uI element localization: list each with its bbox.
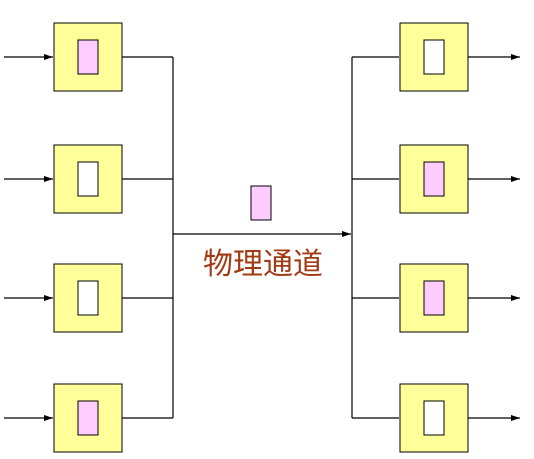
output-slot-filled: [423, 161, 445, 197]
physical-channel: [173, 185, 351, 237]
input-unit-2: [53, 144, 123, 214]
output-unit-2: [399, 144, 469, 214]
input-slot-filled: [77, 400, 99, 436]
output-slot-empty: [423, 400, 445, 436]
physical-channel-label: 物理通道: [203, 247, 323, 282]
input-unit-4: [53, 383, 123, 453]
input-unit-3: [53, 263, 123, 333]
channel-buses: [172, 57, 353, 418]
output-unit-4: [399, 383, 469, 453]
multiplexing-diagram: 物理通道: [0, 0, 534, 455]
output-unit-1: [399, 22, 469, 92]
output-slot-filled: [423, 280, 445, 316]
input-slot-empty: [77, 161, 99, 197]
input-slot-empty: [77, 280, 99, 316]
input-unit-1: [53, 22, 123, 92]
output-unit-3: [399, 263, 469, 333]
input-slot-filled: [77, 39, 99, 75]
diagram-canvas: [4, 22, 520, 453]
output-channels: [352, 22, 520, 453]
output-slot-empty: [423, 39, 445, 75]
channel-packet: [250, 185, 272, 221]
input-channels: [4, 22, 173, 453]
